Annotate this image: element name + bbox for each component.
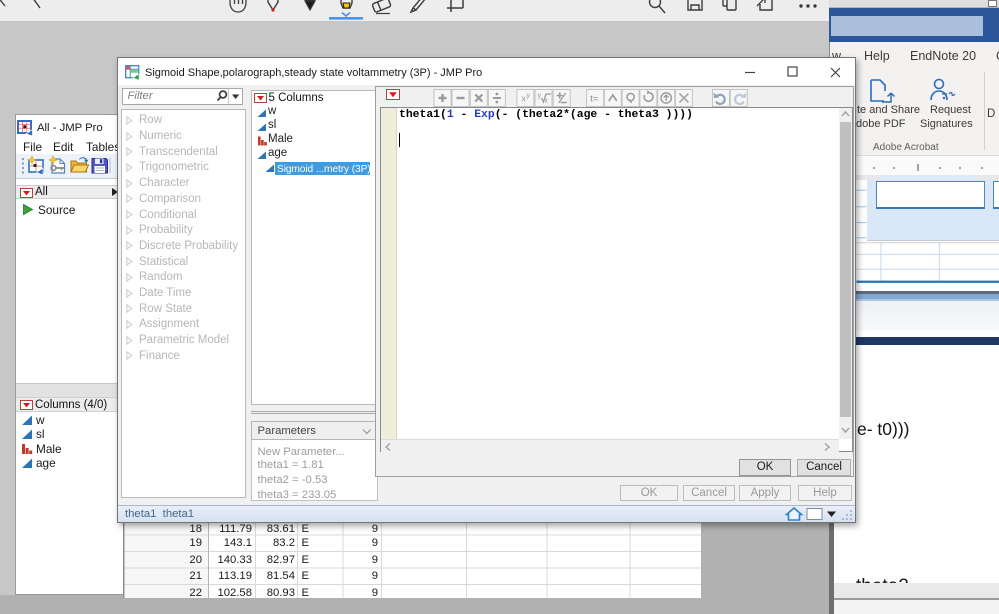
svg-text:y: y — [526, 92, 530, 99]
svg-text:x: x — [545, 97, 549, 104]
svg-text:t=: t= — [590, 93, 599, 104]
svg-text:y: y — [538, 92, 542, 99]
